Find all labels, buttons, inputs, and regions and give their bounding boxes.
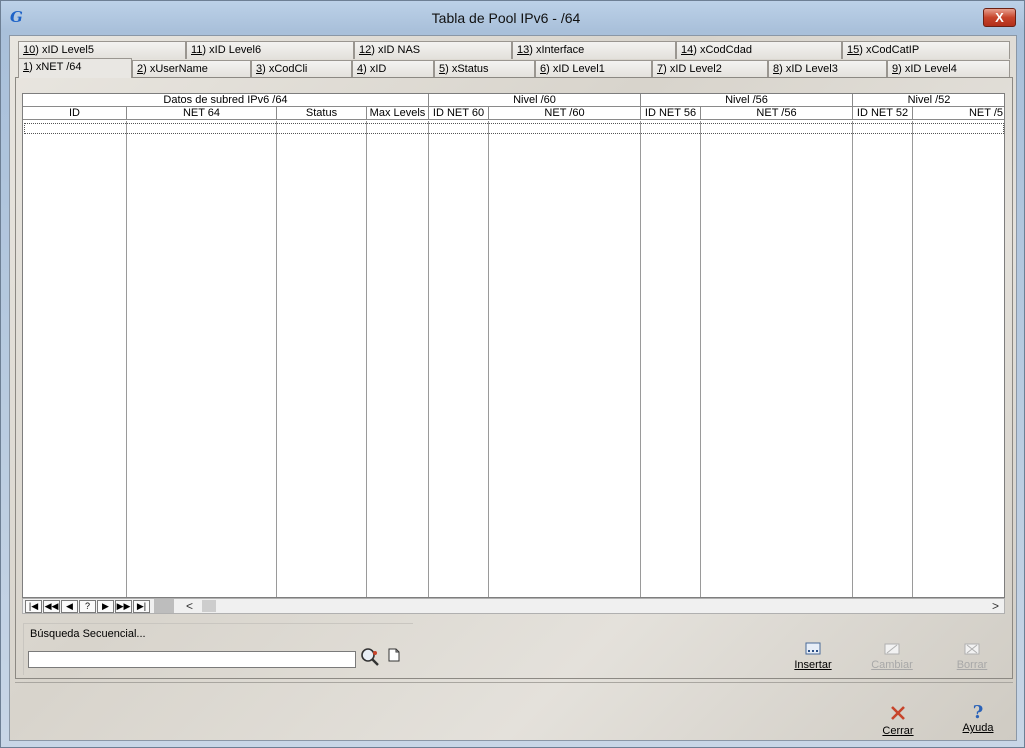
scrollbar-gap [154, 599, 174, 613]
main-window: G Tabla de Pool IPv6 - /64 X 10) xID Lev… [0, 0, 1025, 748]
tab-xcodcli[interactable]: 3) xCodCli [251, 60, 352, 78]
insert-label: Insertar [794, 659, 832, 671]
tab-xcodcdad[interactable]: 14) xCodCdad [676, 41, 842, 59]
tab-label: ) xID Level1 [546, 63, 605, 75]
insert-button[interactable]: Insertar [790, 642, 836, 674]
magnifier-icon[interactable] [360, 647, 382, 667]
tab-xid-level5[interactable]: 10) xID Level5 [18, 41, 186, 59]
previous-record-button[interactable]: ◀ [61, 600, 78, 613]
find-record-button[interactable]: ? [79, 600, 96, 613]
column-header-status[interactable]: Status [277, 107, 367, 120]
tab-number: 11 [191, 44, 203, 56]
selected-empty-row[interactable] [24, 123, 1004, 134]
tab-xid-level1[interactable]: 6) xID Level1 [535, 60, 652, 78]
title-bar[interactable]: G Tabla de Pool IPv6 - /64 X [1, 1, 1024, 35]
tab-label: ) xID Level3 [779, 63, 838, 75]
horizontal-scroll-thumb[interactable] [202, 600, 216, 612]
tab-xid-level3[interactable]: 8) xID Level3 [768, 60, 887, 78]
group-header-nivel-56: Nivel /56 [641, 94, 853, 107]
insert-icon [805, 642, 821, 655]
tab-xusername[interactable]: 2) xUserName [132, 60, 251, 78]
edit-icon [884, 643, 900, 655]
grid-navigator: |◀ ◀◀ ◀ ? ▶ ▶▶ ▶| < > [22, 598, 1005, 614]
search-input[interactable] [28, 651, 356, 668]
scroll-right-arrow-icon[interactable]: > [992, 599, 999, 613]
tab-xid-level4[interactable]: 9) xID Level4 [887, 60, 1010, 78]
column-header-net56[interactable]: NET /56 [701, 107, 853, 120]
tab-xid[interactable]: 4) xID [352, 60, 434, 78]
tab-label: ) xCodCdad [693, 44, 752, 56]
client-area: 10) xID Level5 11) xID Level6 12) xID NA… [9, 35, 1017, 741]
column-divider [126, 121, 127, 597]
column-divider [700, 121, 701, 597]
tab-label: ) xUserName [143, 63, 208, 75]
tab-label: ) xID Level6 [202, 44, 262, 56]
column-divider [276, 121, 277, 597]
tab-number: 15 [847, 44, 860, 56]
tab-xid-nas[interactable]: 12) xID NAS [354, 41, 512, 59]
column-divider [640, 121, 641, 597]
tab-label: ) xInterface [529, 44, 585, 56]
tab-xinterface[interactable]: 13) xInterface [512, 41, 676, 59]
tab-number: 10 [23, 44, 36, 56]
delete-button[interactable]: Borrar [950, 642, 994, 674]
scroll-left-arrow-icon[interactable]: < [186, 599, 193, 613]
tab-number: 12 [359, 44, 372, 56]
previous-page-button[interactable]: ◀◀ [43, 600, 60, 613]
group-header-nivel-60: Nivel /60 [429, 94, 641, 107]
last-record-button[interactable]: ▶| [133, 600, 150, 613]
help-label: Ayuda [962, 722, 994, 734]
column-header-net52[interactable]: NET /5 [913, 107, 1004, 120]
tab-label: ) xStatus [445, 63, 489, 75]
tab-label: ) xCodCli [262, 63, 308, 75]
tab-label: ) xID Level2 [663, 63, 722, 75]
close-label: Cerrar [882, 725, 914, 737]
new-document-icon[interactable] [387, 648, 401, 664]
tab-label: ) xID Level5 [35, 44, 94, 56]
column-divider [366, 121, 367, 597]
tab-xid-level2[interactable]: 7) xID Level2 [652, 60, 768, 78]
window-close-button[interactable]: X [983, 8, 1016, 27]
tab-label: ) xID Level4 [898, 63, 957, 75]
tab-xnet-64[interactable]: 1) xNET /64 [18, 58, 132, 78]
change-label: Cambiar [871, 659, 913, 671]
tab-label: ) xID [363, 63, 387, 75]
next-record-button[interactable]: ▶ [97, 600, 114, 613]
search-label: Búsqueda Secuencial... [30, 628, 146, 640]
change-button[interactable]: Cambiar [868, 642, 916, 674]
column-divider [428, 121, 429, 597]
group-header-ipv6-64: Datos de subred IPv6 /64 [23, 94, 429, 107]
tab-label: ) xID NAS [371, 44, 421, 56]
group-header-nivel-52: Nivel /52 [853, 94, 1004, 107]
tab-xstatus[interactable]: 5) xStatus [434, 60, 535, 78]
close-button[interactable]: Cerrar [876, 704, 920, 738]
tab-number: 13 [517, 44, 530, 56]
window-title: Tabla de Pool IPv6 - /64 [431, 10, 581, 26]
data-grid[interactable]: Datos de subred IPv6 /64 Nivel /60 Nivel… [22, 93, 1005, 598]
tab-xid-level6[interactable]: 11) xID Level6 [186, 41, 354, 59]
column-header-net60[interactable]: NET /60 [489, 107, 641, 120]
footer-separator [15, 682, 1013, 683]
column-header-id-net56[interactable]: ID NET 56 [641, 107, 701, 120]
delete-label: Borrar [956, 659, 988, 671]
column-divider [852, 121, 853, 597]
column-divider [488, 121, 489, 597]
column-header-id-net52[interactable]: ID NET 52 [853, 107, 913, 120]
column-header-net64[interactable]: NET 64 [127, 107, 277, 120]
first-record-button[interactable]: |◀ [25, 600, 42, 613]
tab-xcodcatip[interactable]: 15) xCodCatIP [842, 41, 1010, 59]
tab-number: 14 [681, 44, 694, 56]
tab-label: ) xNET /64 [29, 61, 82, 73]
column-header-max-levels[interactable]: Max Levels [367, 107, 429, 120]
column-header-id-net60[interactable]: ID NET 60 [429, 107, 489, 120]
column-divider [912, 121, 913, 597]
help-icon: ? [972, 702, 984, 723]
next-page-button[interactable]: ▶▶ [115, 600, 132, 613]
delete-icon [964, 643, 980, 655]
help-button[interactable]: ? Ayuda [956, 704, 1000, 738]
column-header-id[interactable]: ID [23, 107, 127, 120]
close-x-icon [891, 706, 905, 720]
tab-label: ) xCodCatIP [859, 44, 920, 56]
